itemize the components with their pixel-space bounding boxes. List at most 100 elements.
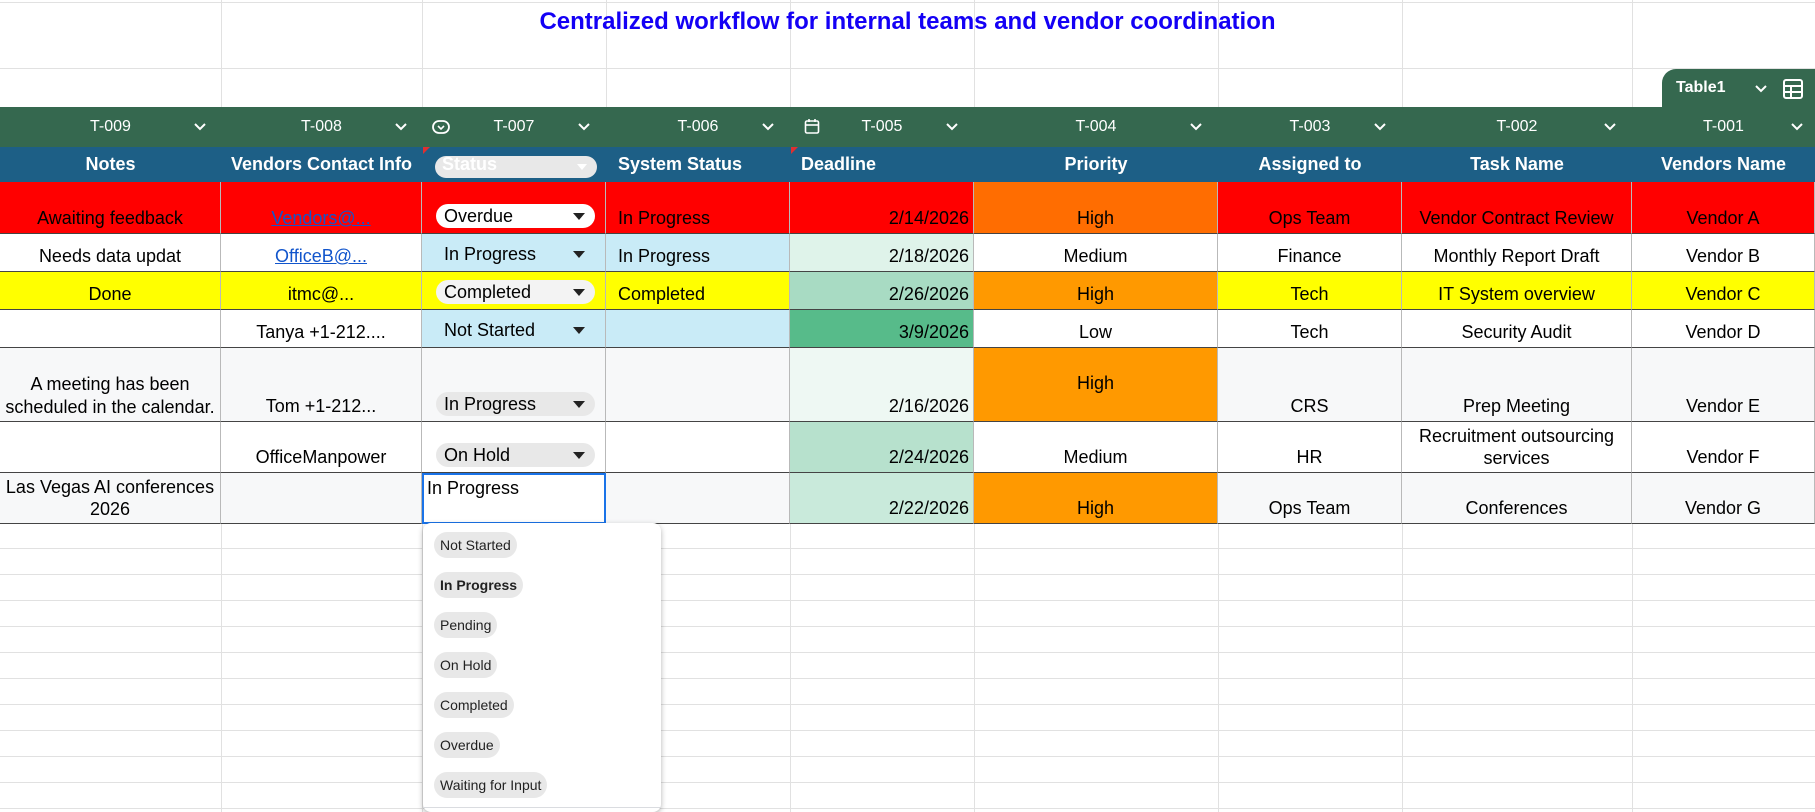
cell-system-status[interactable]: In Progress	[606, 182, 790, 234]
column-name-priority[interactable]: Priority	[974, 147, 1218, 182]
cell-priority[interactable]: High	[974, 272, 1218, 310]
cell-priority[interactable]: High	[974, 182, 1218, 234]
option-completed[interactable]: Completed	[434, 692, 514, 718]
cell-vendor[interactable]: Vendor E	[1632, 348, 1815, 422]
chevron-down-icon[interactable]	[944, 119, 960, 135]
cell-notes[interactable]: Awaiting feedback	[0, 182, 221, 234]
column-header-t002[interactable]: T-002	[1402, 107, 1632, 147]
cell-deadline[interactable]: 2/14/2026	[790, 182, 974, 234]
cell-task[interactable]: Vendor Contract Review	[1402, 182, 1632, 234]
column-header-t007[interactable]: T-007	[422, 107, 606, 147]
cell-contact[interactable]: Tanya +1-212....	[221, 310, 422, 348]
column-name-contact[interactable]: Vendors Contact Info	[221, 147, 422, 182]
cell-notes[interactable]	[0, 422, 221, 473]
cell-vendor[interactable]: Vendor C	[1632, 272, 1815, 310]
cell-task[interactable]: Conferences	[1402, 473, 1632, 524]
cell-priority[interactable]: Low	[974, 310, 1218, 348]
column-header-t009[interactable]: T-009	[0, 107, 221, 147]
cell-status[interactable]: In Progress	[422, 348, 606, 422]
cell-status[interactable]: Completed	[422, 272, 606, 310]
cell-contact[interactable]: OfficeManpower	[221, 422, 422, 473]
chevron-down-icon[interactable]	[1372, 119, 1388, 135]
cell-contact[interactable]: itmc@...	[221, 272, 422, 310]
cell-notes[interactable]	[0, 310, 221, 348]
status-chip[interactable]: On Hold	[436, 443, 595, 467]
cell-priority[interactable]: Medium	[974, 234, 1218, 272]
column-name-vendor[interactable]: Vendors Name	[1632, 147, 1815, 182]
cell-deadline[interactable]: 2/16/2026	[790, 348, 974, 422]
cell-contact[interactable]: OfficeB@...	[221, 234, 422, 272]
cell-assigned[interactable]: CRS	[1218, 348, 1402, 422]
cell-vendor[interactable]: Vendor A	[1632, 182, 1815, 234]
cell-vendor[interactable]: Vendor G	[1632, 473, 1815, 524]
cell-assigned[interactable]: HR	[1218, 422, 1402, 473]
chevron-down-icon[interactable]	[576, 119, 592, 135]
column-name-status[interactable]: Status	[422, 147, 606, 182]
chevron-down-icon[interactable]	[1188, 119, 1204, 135]
cell-system-status[interactable]: In Progress	[606, 234, 790, 272]
table-grid-icon[interactable]	[1782, 78, 1804, 100]
column-header-t004[interactable]: T-004	[974, 107, 1218, 147]
status-chip[interactable]: Overdue	[436, 204, 595, 228]
cell-system-status[interactable]: Completed	[606, 272, 790, 310]
cell-notes[interactable]: Done	[0, 272, 221, 310]
cell-contact[interactable]	[221, 473, 422, 524]
cell-deadline[interactable]: 2/22/2026	[790, 473, 974, 524]
column-name-deadline[interactable]: Deadline	[790, 147, 974, 182]
cell-deadline[interactable]: 3/9/2026	[790, 310, 974, 348]
contact-link[interactable]: Vendors@...	[225, 207, 417, 229]
cell-vendor[interactable]: Vendor D	[1632, 310, 1815, 348]
cell-deadline[interactable]: 2/24/2026	[790, 422, 974, 473]
option-waiting-for-input[interactable]: Waiting for Input	[434, 772, 548, 798]
cell-contact[interactable]: Tom +1-212...	[221, 348, 422, 422]
cell-assigned[interactable]: Tech	[1218, 272, 1402, 310]
table-tab[interactable]: Table1	[1662, 69, 1815, 107]
cell-priority[interactable]: High	[974, 348, 1218, 422]
cell-assigned[interactable]: Tech	[1218, 310, 1402, 348]
cell-priority[interactable]: Medium	[974, 422, 1218, 473]
column-header-t008[interactable]: T-008	[221, 107, 422, 147]
status-chip[interactable]: In Progress	[436, 242, 595, 266]
cell-notes[interactable]: Las Vegas AI conferences 2026	[0, 473, 221, 524]
option-overdue[interactable]: Overdue	[434, 732, 500, 758]
option-pending[interactable]: Pending	[434, 612, 498, 638]
cell-assigned[interactable]: Finance	[1218, 234, 1402, 272]
status-chip[interactable]: In Progress	[436, 392, 595, 416]
cell-status[interactable]: Overdue	[422, 182, 606, 234]
column-name-assigned[interactable]: Assigned to	[1218, 147, 1402, 182]
column-header-t005[interactable]: T-005	[790, 107, 974, 147]
cell-contact[interactable]: Vendors@...	[221, 182, 422, 234]
cell-status[interactable]: In Progress	[422, 234, 606, 272]
option-on-hold[interactable]: On Hold	[434, 652, 498, 678]
column-header-t001[interactable]: T-001	[1632, 107, 1815, 147]
chevron-down-icon[interactable]	[393, 119, 409, 135]
cell-task[interactable]: Monthly Report Draft	[1402, 234, 1632, 272]
cell-task[interactable]: IT System overview	[1402, 272, 1632, 310]
column-header-t003[interactable]: T-003	[1218, 107, 1402, 147]
cell-system-status[interactable]	[606, 310, 790, 348]
option-in-progress[interactable]: In Progress	[434, 572, 524, 598]
status-chip[interactable]: Completed	[436, 280, 595, 304]
status-chip[interactable]: Not Started	[436, 318, 595, 342]
cell-priority[interactable]: High	[974, 473, 1218, 524]
cell-system-status[interactable]	[606, 473, 790, 524]
chevron-down-icon[interactable]	[1754, 82, 1768, 96]
chevron-down-icon[interactable]	[1602, 119, 1618, 135]
status-edit-input[interactable]: In Progress	[422, 473, 606, 524]
option-not-started[interactable]: Not Started	[434, 532, 517, 558]
cell-system-status[interactable]	[606, 348, 790, 422]
column-name-notes[interactable]: Notes	[0, 147, 221, 182]
chevron-down-icon[interactable]	[1789, 119, 1805, 135]
cell-assigned[interactable]: Ops Team	[1218, 473, 1402, 524]
cell-task[interactable]: Security Audit	[1402, 310, 1632, 348]
cell-notes[interactable]: Needs data updat	[0, 234, 221, 272]
chevron-down-icon[interactable]	[192, 119, 208, 135]
cell-notes[interactable]: A meeting has been scheduled in the cale…	[0, 348, 221, 422]
cell-task[interactable]: Recruitment outsourcing services	[1402, 422, 1632, 473]
cell-assigned[interactable]: Ops Team	[1218, 182, 1402, 234]
cell-vendor[interactable]: Vendor F	[1632, 422, 1815, 473]
cell-deadline[interactable]: 2/18/2026	[790, 234, 974, 272]
cell-status[interactable]: On Hold	[422, 422, 606, 473]
cell-status[interactable]: Not Started	[422, 310, 606, 348]
status-edit-value[interactable]: In Progress	[427, 477, 600, 499]
